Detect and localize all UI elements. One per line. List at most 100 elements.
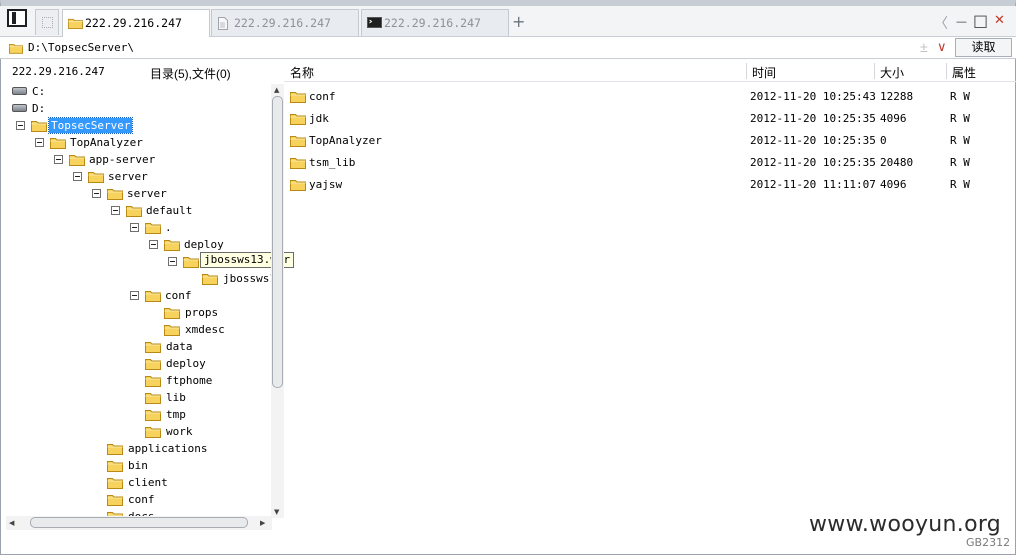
folder-icon	[145, 374, 161, 387]
folder-icon	[290, 178, 306, 191]
collapse-icon[interactable]	[149, 240, 158, 249]
collapse-icon[interactable]	[35, 138, 44, 147]
scroll-left-icon[interactable]: ◀	[9, 519, 14, 527]
tree-item-drive-c[interactable]: C:	[12, 84, 72, 101]
tree-item[interactable]: app-server	[54, 152, 174, 169]
tree-item[interactable]: TopAnalyzer	[35, 135, 155, 152]
tree-item-label: TopsecServer	[47, 117, 134, 134]
tab-blank[interactable]	[35, 9, 59, 35]
folder-icon	[107, 442, 123, 455]
collapse-icon[interactable]	[16, 121, 25, 130]
tree-vertical-scrollbar[interactable]: ▲ ▼	[271, 84, 284, 518]
tree-item[interactable]: jbossws1	[202, 271, 272, 288]
document-icon	[218, 17, 228, 30]
folder-icon	[145, 391, 161, 404]
folder-icon	[145, 289, 161, 302]
folder-icon	[164, 238, 180, 251]
tab-file[interactable]: 222.29.216.247	[211, 9, 359, 36]
scroll-right-icon[interactable]: ▶	[260, 519, 265, 527]
tree-item[interactable]: props	[164, 305, 264, 322]
tree-item[interactable]: work	[145, 424, 245, 441]
tree-item[interactable]: conf	[130, 288, 250, 305]
folder-icon	[202, 272, 218, 285]
table-row[interactable]: TopAnalyzer 2012-11-20 10:25:35 0 R W	[284, 129, 1016, 151]
tree-item[interactable]: conf	[107, 492, 207, 509]
collapse-icon[interactable]	[130, 291, 139, 300]
tree-item[interactable]: server	[73, 169, 193, 186]
drive-icon	[12, 87, 27, 95]
table-row[interactable]: tsm_lib 2012-11-20 10:25:35 20480 R W	[284, 151, 1016, 173]
scroll-up-icon[interactable]: ▲	[274, 86, 279, 94]
column-divider[interactable]	[874, 63, 875, 79]
tree-item[interactable]: bin	[107, 458, 207, 475]
tree-item[interactable]: TopsecServer	[16, 117, 136, 135]
minimize-button[interactable]: —	[956, 15, 967, 28]
toggle-panel-icon[interactable]	[7, 9, 27, 27]
folder-icon	[107, 459, 123, 472]
folder-icon	[145, 408, 161, 421]
folder-icon	[68, 17, 83, 29]
folder-icon	[183, 255, 199, 268]
collapse-icon[interactable]	[168, 257, 177, 266]
tree-item[interactable]: xmdesc	[164, 322, 264, 339]
scroll-thumb[interactable]	[30, 517, 248, 528]
tree-item[interactable]: ftphome	[145, 373, 245, 390]
tab-label: 222.29.216.247	[234, 16, 331, 30]
tab-label: 222.29.216.247	[384, 16, 481, 30]
directory-tree: C: D: TopsecServer TopAnalyzer app-serve…	[0, 82, 272, 518]
tree-item[interactable]: applications	[107, 441, 227, 458]
folder-icon	[88, 170, 104, 183]
scroll-thumb[interactable]	[272, 96, 283, 388]
path-bar: D:\TopsecServer\ ± ∨ 读取	[0, 37, 1016, 59]
back-button[interactable]: 〈	[934, 13, 948, 33]
collapse-icon[interactable]	[73, 172, 82, 181]
column-divider[interactable]	[746, 63, 747, 79]
table-row[interactable]: jdk 2012-11-20 10:25:35 4096 R W	[284, 107, 1016, 129]
watermark: www.wooyun.org	[809, 512, 1002, 537]
read-button[interactable]: 读取	[955, 38, 1012, 57]
path-input[interactable]: D:\TopsecServer\	[28, 41, 134, 54]
tree-item[interactable]: tmp	[145, 407, 245, 424]
tree-horizontal-scrollbar[interactable]: ◀ ▶	[6, 516, 272, 530]
tree-item[interactable]: .	[130, 220, 250, 237]
folder-icon	[107, 476, 123, 489]
tab-terminal[interactable]: 222.29.216.247	[361, 9, 509, 36]
column-time[interactable]: 时间	[752, 64, 776, 81]
folder-icon	[164, 306, 180, 319]
collapse-icon[interactable]	[130, 223, 139, 232]
tree-item[interactable]: deploy	[145, 356, 245, 373]
column-divider[interactable]	[946, 63, 947, 79]
maximize-button[interactable]: □	[973, 11, 988, 30]
tab-sftp-folder[interactable]: 222.29.216.247	[62, 9, 210, 37]
folder-icon	[107, 187, 123, 200]
tree-item[interactable]: lib	[145, 390, 245, 407]
encoding-status: GB2312	[966, 536, 1011, 549]
tree-item[interactable]: data	[145, 339, 245, 356]
table-row[interactable]: yajsw 2012-11-20 11:11:07 4096 R W	[284, 173, 1016, 195]
column-size[interactable]: 大小	[880, 64, 904, 81]
table-row[interactable]: conf 2012-11-20 10:25:43 12288 R W	[284, 85, 1016, 107]
scroll-down-icon[interactable]: ▼	[274, 508, 279, 516]
collapse-icon[interactable]	[111, 206, 120, 215]
tree-header: 222.29.216.247 目录(5),文件(0)	[0, 60, 284, 82]
folder-icon	[145, 357, 161, 370]
collapse-icon[interactable]	[54, 155, 63, 164]
folder-icon	[50, 136, 66, 149]
tree-item[interactable]: client	[107, 475, 207, 492]
close-button[interactable]: ✕	[994, 13, 1005, 28]
tab-bar: 222.29.216.247 222.29.216.247 222.29.216…	[0, 6, 1016, 37]
tree-item[interactable]: server	[92, 186, 212, 203]
chevron-down-icon[interactable]: ∨	[937, 39, 947, 55]
folder-icon	[107, 493, 123, 506]
folder-icon	[9, 42, 23, 54]
tab-label: 222.29.216.247	[85, 16, 182, 30]
tree-item[interactable]	[168, 254, 198, 271]
column-attr[interactable]: 属性	[952, 64, 976, 81]
collapse-icon[interactable]	[92, 189, 101, 198]
bookmark-toggle[interactable]: ±	[920, 39, 928, 55]
tree-item-drive-d[interactable]: D:	[12, 101, 72, 118]
column-name[interactable]: 名称	[290, 64, 314, 81]
file-list-header: 名称 时间 大小 属性	[284, 60, 1016, 82]
tree-item[interactable]: default	[111, 203, 231, 220]
add-tab-button[interactable]: +	[512, 12, 525, 31]
